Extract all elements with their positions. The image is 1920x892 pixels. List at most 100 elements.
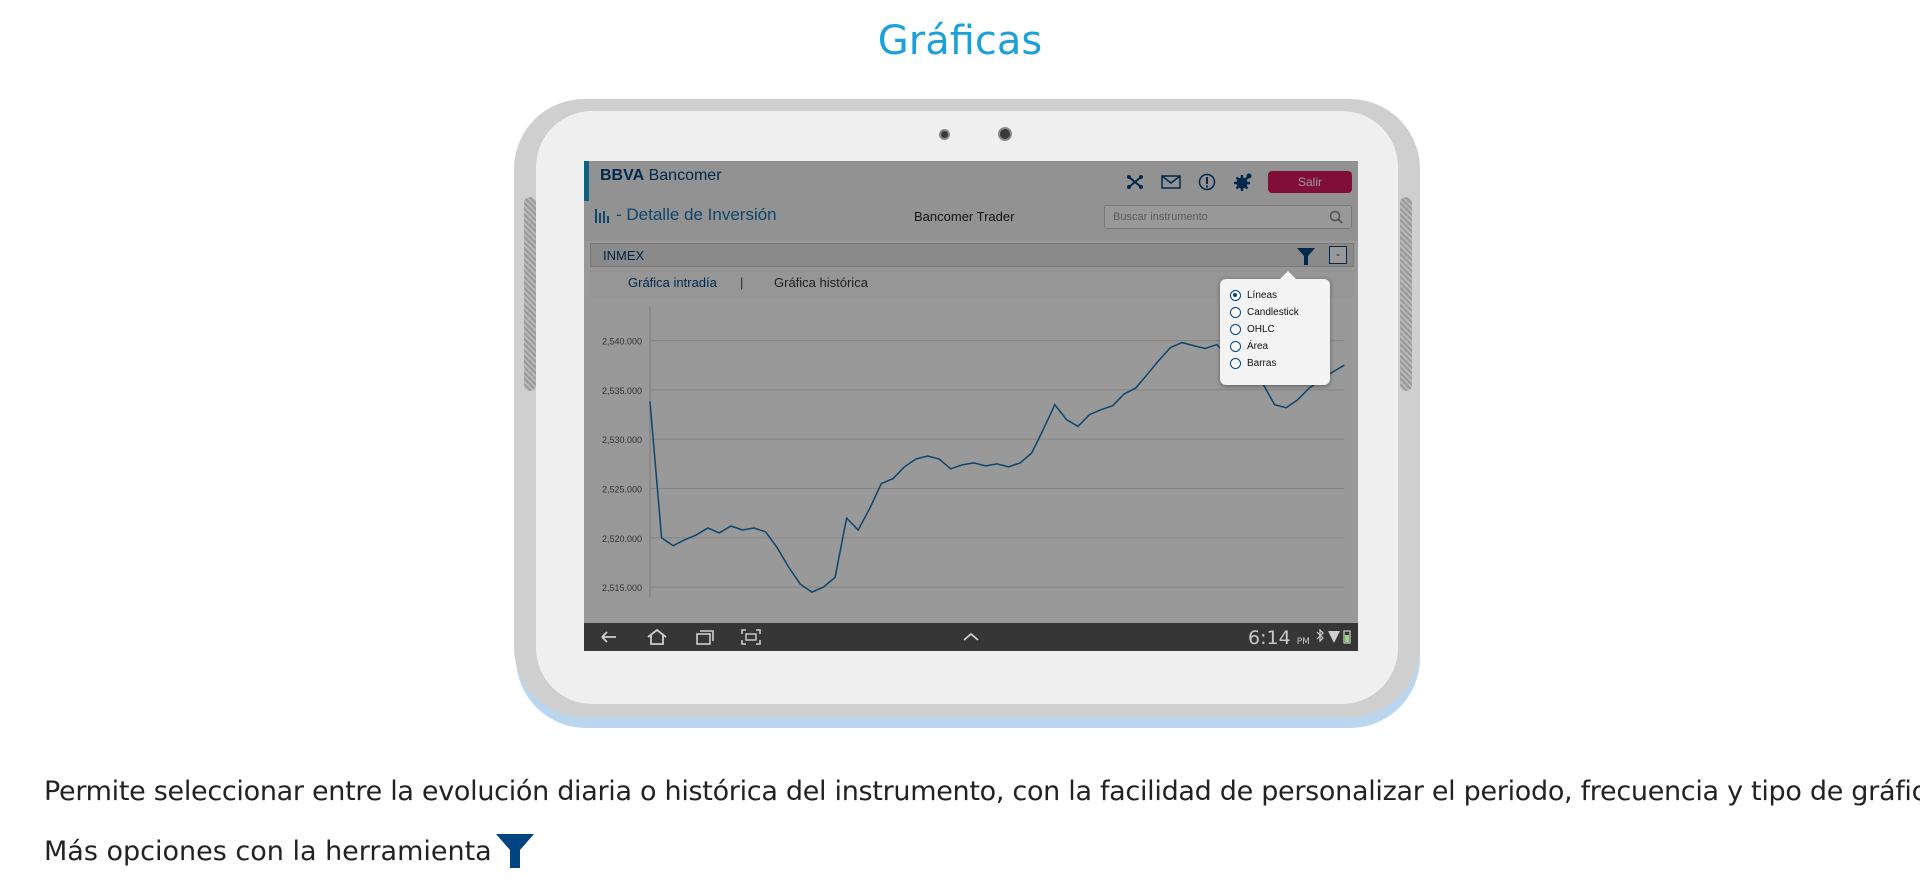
- chart-type-option-area[interactable]: Área: [1230, 338, 1320, 355]
- y-tick-label: 2,535.000: [602, 386, 642, 396]
- instrument-panel-header: INMEX -: [590, 243, 1354, 267]
- data-point: [1158, 359, 1160, 361]
- data-point: [1181, 342, 1183, 344]
- mail-icon[interactable]: [1160, 171, 1182, 193]
- y-tick-label: 2,530.000: [602, 435, 642, 445]
- filter-icon[interactable]: [1295, 245, 1317, 267]
- data-point: [753, 527, 755, 529]
- network-icon[interactable]: [1124, 171, 1146, 193]
- radio-ohlc[interactable]: [1230, 324, 1241, 335]
- data-point: [1331, 371, 1333, 373]
- recent-apps-icon[interactable]: [694, 628, 716, 646]
- section-title: - Detalle de Inversión: [594, 205, 777, 225]
- y-tick-label: 2,525.000: [602, 485, 642, 495]
- data-point: [1100, 409, 1102, 411]
- clock-ampm: PM: [1296, 637, 1310, 647]
- brand-bold: BBVA: [600, 167, 645, 184]
- data-point: [973, 462, 975, 464]
- radio-lines[interactable]: [1230, 290, 1241, 301]
- back-icon[interactable]: [598, 628, 620, 646]
- filter-icon: [496, 834, 534, 868]
- brand-accent-bar: [584, 161, 589, 201]
- data-point: [1169, 346, 1172, 349]
- radio-bars[interactable]: [1230, 358, 1241, 369]
- data-point: [869, 507, 871, 509]
- sensor-icon: [998, 127, 1012, 141]
- data-point: [1008, 466, 1010, 468]
- clock: 6:14 PM: [1248, 627, 1310, 649]
- exit-button[interactable]: Salir: [1268, 171, 1352, 193]
- data-point: [903, 466, 906, 468]
- minimize-button[interactable]: -: [1329, 246, 1347, 264]
- data-point: [1146, 373, 1148, 375]
- data-point: [1088, 414, 1091, 416]
- settings-icon[interactable]: [1232, 171, 1254, 193]
- data-point: [1019, 462, 1021, 464]
- data-point: [834, 576, 836, 578]
- tab-historic[interactable]: Gráfica histórica: [774, 275, 868, 290]
- y-tick-label: 2,520.000: [602, 534, 642, 544]
- data-point: [707, 527, 709, 529]
- tablet-grip-left: [524, 197, 536, 391]
- app-header: BBVA Bancomer Salir - Detalle de Inversi: [584, 161, 1358, 241]
- option-label: Área: [1247, 341, 1269, 352]
- data-point: [996, 463, 998, 465]
- data-point: [765, 531, 767, 533]
- chart-type-menu: Líneas Candlestick OHLC Área Barras: [1220, 271, 1330, 385]
- chart-type-option-candlestick[interactable]: Candlestick: [1230, 304, 1320, 321]
- option-label: Líneas: [1247, 290, 1278, 301]
- radio-candlestick[interactable]: [1230, 307, 1241, 318]
- data-point: [741, 529, 744, 531]
- tablet-screen: BBVA Bancomer Salir - Detalle de Inversi: [584, 161, 1358, 623]
- data-point: [695, 534, 697, 536]
- data-point: [1204, 347, 1206, 350]
- data-point: [1054, 404, 1056, 406]
- data-point: [857, 529, 859, 531]
- data-point: [915, 458, 917, 460]
- chart-type-option-bars[interactable]: Barras: [1230, 355, 1320, 372]
- camera-icon: [939, 129, 950, 140]
- android-nav-bar: 6:14 PM: [584, 623, 1358, 651]
- search-placeholder: Buscar instrumento: [1113, 211, 1208, 223]
- more-options-text: Más opciones con la herramienta: [44, 836, 492, 867]
- data-point: [1343, 364, 1345, 366]
- option-label: Candlestick: [1247, 307, 1299, 318]
- status-icons: [1316, 629, 1351, 644]
- home-icon[interactable]: [646, 628, 668, 646]
- brand-rest: Bancomer: [644, 167, 722, 184]
- chart-type-option-lines[interactable]: Líneas: [1230, 287, 1320, 304]
- page-title: Gráficas: [877, 18, 1043, 64]
- info-icon[interactable]: [1196, 171, 1218, 193]
- search-input[interactable]: Buscar instrumento: [1104, 205, 1352, 229]
- data-point: [730, 525, 732, 527]
- section-title-text: - Detalle de Inversión: [616, 205, 777, 224]
- chevron-up-icon[interactable]: [960, 628, 982, 646]
- data-point: [1112, 405, 1114, 407]
- screenshot-icon[interactable]: [740, 628, 762, 646]
- search-icon[interactable]: [1329, 210, 1343, 224]
- data-point: [846, 517, 848, 519]
- option-label: Barras: [1247, 358, 1277, 369]
- data-point: [1308, 387, 1310, 389]
- data-point: [1274, 404, 1276, 406]
- instrument-name: INMEX: [603, 248, 645, 263]
- page: Gráficas BBVA Bancomer Salir - Detalle d…: [0, 0, 1920, 892]
- data-point: [788, 566, 790, 568]
- data-point: [684, 539, 686, 541]
- tab-intraday[interactable]: Gráfica intradía: [628, 275, 717, 290]
- data-point: [880, 483, 882, 485]
- tablet-grip-right: [1400, 197, 1412, 391]
- data-point: [1042, 428, 1044, 430]
- data-point: [649, 401, 651, 403]
- data-point: [1065, 418, 1067, 421]
- data-point: [799, 583, 801, 585]
- data-point: [927, 455, 929, 457]
- data-point: [718, 532, 720, 534]
- chart-type-option-ohlc[interactable]: OHLC: [1230, 321, 1320, 338]
- brand-logo: BBVA Bancomer: [600, 167, 722, 185]
- header-icons: [1124, 171, 1254, 193]
- radio-area[interactable]: [1230, 341, 1241, 352]
- data-point: [776, 547, 778, 549]
- data-point: [984, 465, 986, 467]
- data-point: [1077, 425, 1079, 427]
